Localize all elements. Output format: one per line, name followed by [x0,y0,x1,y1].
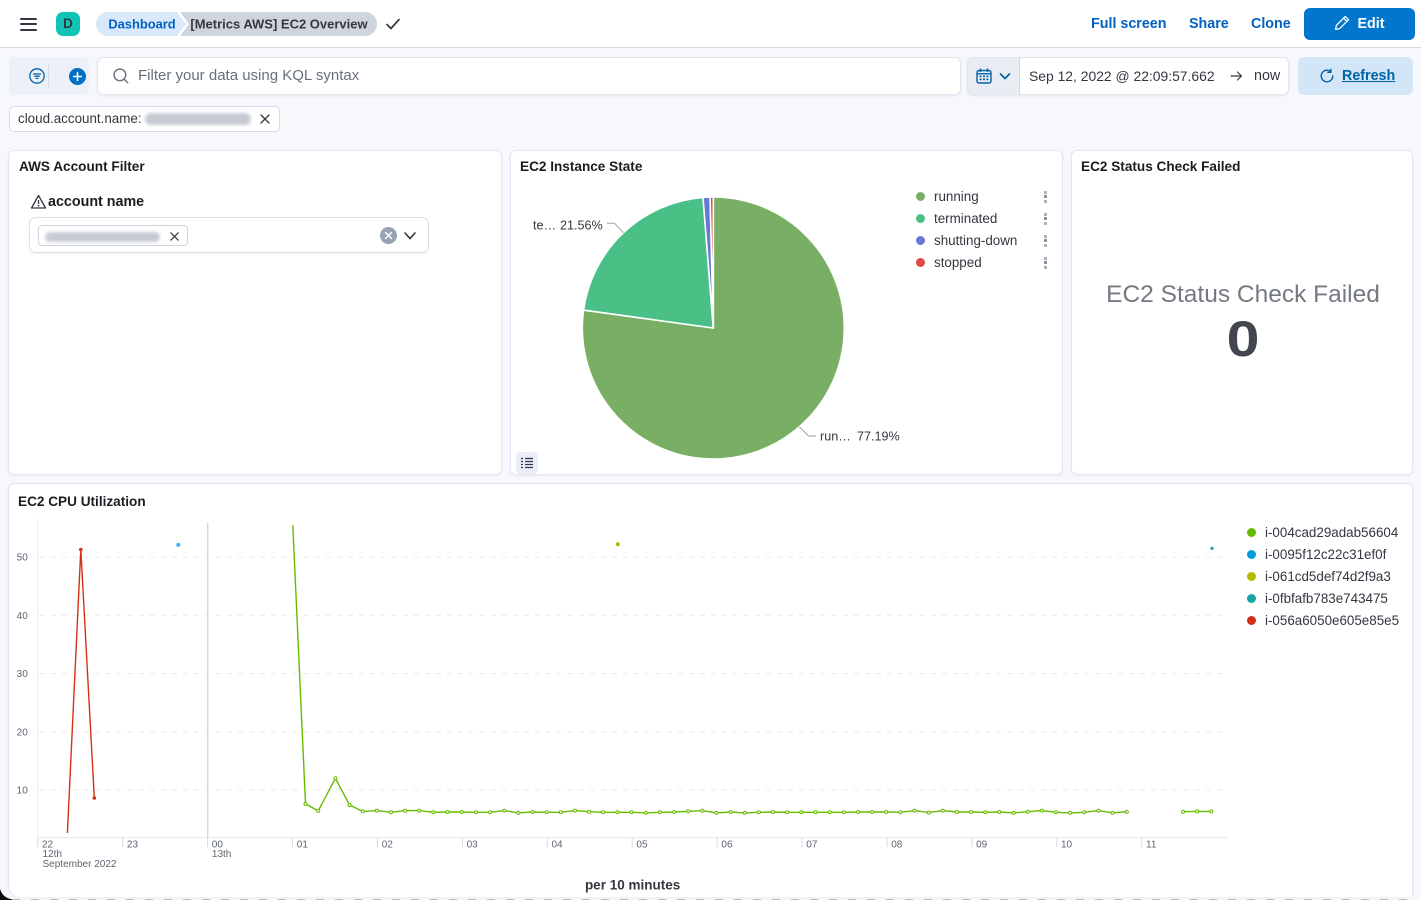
svg-text:20: 20 [17,727,29,738]
svg-text:77.19%: 77.19% [857,430,900,444]
svg-text:08: 08 [891,840,903,851]
svg-text:Dashboard: Dashboard [108,17,175,32]
svg-text:02: 02 [382,840,394,851]
svg-text:run…: run… [820,430,851,444]
svg-text:10: 10 [1061,840,1073,851]
svg-text:06: 06 [721,840,733,851]
svg-text:23: 23 [127,840,139,851]
svg-text:09: 09 [976,840,988,851]
svg-text:03: 03 [467,840,479,851]
svg-text:te…: te… [533,219,556,233]
svg-text:10: 10 [17,786,29,797]
svg-text:11: 11 [1146,840,1157,851]
svg-text:07: 07 [806,840,818,851]
svg-text:21.56%: 21.56% [560,219,603,233]
svg-text:04: 04 [552,840,564,851]
svg-text:13th: 13th [212,849,231,860]
svg-text:[Metrics AWS] EC2 Overview: [Metrics AWS] EC2 Overview [190,17,368,32]
svg-text:40: 40 [17,611,29,622]
svg-text:05: 05 [636,840,648,851]
svg-text:per 10 minutes: per 10 minutes [585,878,680,893]
svg-text:01: 01 [297,840,309,851]
svg-text:30: 30 [17,669,29,680]
svg-text:September 2022: September 2022 [43,859,117,870]
svg-text:50: 50 [17,553,29,564]
